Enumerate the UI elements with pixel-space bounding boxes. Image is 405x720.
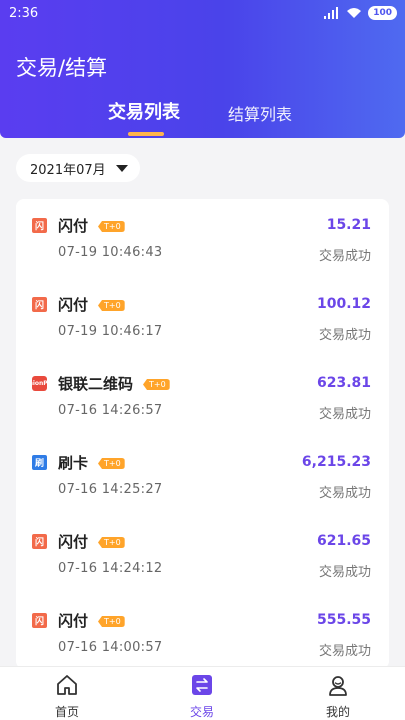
transaction-type: 闪付	[58, 533, 89, 551]
transaction-time: 07-16 14:26:57	[58, 403, 163, 418]
flash-pay-icon: 闪	[32, 534, 47, 549]
month-value: 2021年07月	[30, 162, 106, 178]
profile-icon	[329, 676, 347, 696]
transactions-icon	[192, 675, 212, 695]
status-time: 2:36	[9, 6, 39, 21]
transaction-row[interactable]: 闪 闪付 T+0 07-16 14:24:12 621.65 交易成功	[16, 515, 389, 594]
transaction-amount: 555.55	[316, 612, 371, 628]
tab-settlement-list[interactable]: 结算列表	[228, 101, 292, 125]
transaction-status: 交易成功	[318, 328, 371, 343]
status-bar: 2:36 100	[0, 0, 405, 28]
transaction-amount: 623.81	[316, 375, 371, 391]
transaction-amount: 100.12	[316, 296, 371, 312]
battery-icon: 100	[368, 6, 397, 20]
transaction-type: 闪付	[58, 217, 89, 235]
transaction-time: 07-19 10:46:43	[58, 245, 163, 260]
nav-home[interactable]: 首页	[27, 667, 107, 720]
transaction-amount: 15.21	[326, 217, 371, 233]
transaction-amount: 621.65	[316, 533, 371, 549]
tab-indicator	[128, 132, 164, 136]
settlement-badge: T+0	[98, 616, 125, 627]
transaction-row[interactable]: 闪 闪付 T+0 07-19 10:46:17 100.12 交易成功	[16, 278, 389, 357]
transaction-status: 交易成功	[318, 486, 371, 501]
nav-profile[interactable]: 我的	[298, 667, 378, 720]
transaction-time: 07-16 14:25:27	[58, 482, 163, 497]
transaction-time: 07-16 14:24:12	[58, 561, 163, 576]
transaction-type: 闪付	[58, 612, 89, 630]
transaction-status: 交易成功	[318, 644, 371, 659]
transaction-time: 07-19 10:46:17	[58, 324, 163, 339]
transaction-list: 闪 闪付 T+0 07-19 10:46:43 15.21 交易成功 闪 闪付 …	[16, 199, 389, 669]
transaction-row[interactable]: 闪 闪付 T+0 07-19 10:46:43 15.21 交易成功	[16, 199, 389, 278]
flash-pay-icon: 闪	[32, 218, 47, 233]
transaction-status: 交易成功	[318, 249, 371, 264]
settlement-badge: T+0	[98, 537, 125, 548]
header: 2:36 100 交易/结算 交易列表 结算列表	[0, 0, 405, 138]
nav-label-home: 首页	[54, 705, 79, 719]
bottom-nav: 首页 交易 我的	[0, 666, 405, 720]
nav-label-profile: 我的	[325, 705, 350, 719]
transaction-type: 银联二维码	[58, 375, 134, 393]
transaction-amount: 6,215.23	[301, 454, 371, 470]
nav-transactions[interactable]: 交易	[162, 667, 242, 720]
unionpay-icon: UnionPay	[24, 376, 55, 391]
wifi-icon	[347, 8, 362, 18]
tab-transaction-list[interactable]: 交易列表	[108, 98, 180, 124]
settlement-badge: T+0	[98, 300, 125, 311]
transaction-type: 闪付	[58, 296, 89, 314]
settlement-badge: T+0	[98, 458, 125, 469]
status-icons: 100	[324, 6, 397, 20]
nav-label-transactions: 交易	[189, 705, 214, 719]
transaction-status: 交易成功	[318, 565, 371, 580]
card-swipe-icon: 刷	[32, 455, 47, 470]
tab-bar: 交易列表 结算列表	[0, 98, 405, 138]
transaction-row[interactable]: UnionPay 银联二维码 T+0 07-16 14:26:57 623.81…	[16, 357, 389, 436]
month-picker[interactable]: 2021年07月	[16, 154, 140, 182]
page-title: 交易/结算	[16, 56, 108, 80]
signal-icon	[324, 7, 339, 19]
transaction-status: 交易成功	[318, 407, 371, 422]
flash-pay-icon: 闪	[32, 297, 47, 312]
settlement-badge: T+0	[98, 221, 125, 232]
transaction-row[interactable]: 闪 闪付 T+0 07-16 14:00:57 555.55 交易成功	[16, 594, 389, 669]
transaction-type: 刷卡	[58, 454, 89, 472]
flash-pay-icon: 闪	[32, 613, 47, 628]
transaction-row[interactable]: 刷 刷卡 T+0 07-16 14:25:27 6,215.23 交易成功	[16, 436, 389, 515]
home-icon	[57, 675, 77, 695]
transaction-time: 07-16 14:00:57	[58, 640, 163, 655]
caret-down-icon	[115, 164, 128, 172]
settlement-badge: T+0	[143, 379, 170, 390]
